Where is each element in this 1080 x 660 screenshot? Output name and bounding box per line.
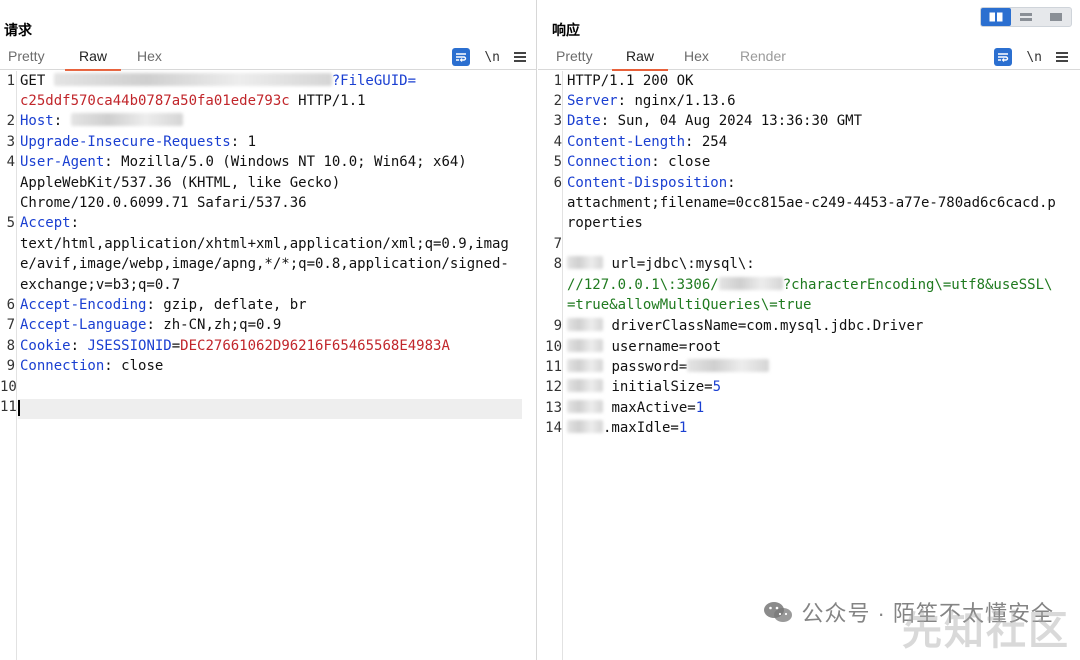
layout-toggle: [980, 7, 1072, 27]
request-tabs: Pretty Raw Hex \n: [0, 44, 536, 71]
body-line-password: password=: [567, 357, 1070, 377]
newline-toggle-icon[interactable]: \n: [484, 50, 500, 65]
body-line-max-active: maxActive=1: [567, 398, 1070, 418]
header-connection: Connection: close: [20, 358, 164, 374]
response-tabs: Pretty Raw Hex Render \n: [538, 44, 1080, 71]
header-accept: Accept:: [20, 215, 80, 231]
layout-horizontal-icon[interactable]: [1011, 8, 1041, 26]
request-toolbar: \n: [452, 44, 526, 70]
request-editor[interactable]: 1 2 3 4 5 6 7 8 9 10 11 GET ?FileGUID= c…: [0, 71, 536, 660]
header-cookie: Cookie: JSESSIONID=DEC27661062D96216F654…: [20, 338, 450, 354]
word-wrap-icon[interactable]: [452, 48, 471, 66]
response-gutter: 1 2 3 4 5 6 7 8 9 10 11 12 13 14: [538, 71, 563, 660]
body-line-url-cont: =true&allowMultiQueries\=true: [567, 297, 812, 313]
header-accept-cont: exchange;v=b3;q=0.7: [20, 277, 181, 293]
text-cursor: [18, 400, 20, 416]
redacted-prefix: [567, 318, 603, 331]
redacted-prefix: [567, 420, 603, 433]
response-panel: 响应 Pretty Raw Hex Render \n 1 2 3 4 5 6 …: [538, 0, 1080, 660]
header-accept-cont: e/avif,image/webp,image/apng,*/*;q=0.8,a…: [20, 256, 509, 272]
header-date: Date: Sun, 04 Aug 2024 13:36:30 GMT: [567, 113, 863, 129]
status-line: HTTP/1.1 200 OK: [567, 73, 694, 89]
tab-pretty[interactable]: Pretty: [8, 48, 45, 64]
response-title: 响应: [552, 22, 580, 38]
layout-split-icon[interactable]: [981, 8, 1011, 26]
wechat-icon: [763, 600, 793, 624]
tab-raw[interactable]: Raw: [611, 48, 669, 71]
body-line-url-cont: //127.0.0.1\:3306/?characterEncoding\=ut…: [567, 277, 1053, 293]
header-content-length: Content-Length: 254: [567, 134, 728, 150]
response-editor[interactable]: 1 2 3 4 5 6 7 8 9 10 11 12 13 14 HTTP/1.…: [538, 71, 1080, 660]
header-host: Host:: [20, 111, 526, 131]
header-content-disposition: Content-Disposition:: [567, 175, 736, 191]
request-title: 请求: [4, 22, 32, 38]
header-user-agent-cont: AppleWebKit/537.36 (KHTML, like Gecko): [20, 175, 341, 191]
redacted-db: [718, 277, 783, 290]
tab-render[interactable]: Render: [740, 48, 786, 64]
body-line-driver: driverClassName=com.mysql.jdbc.Driver: [567, 316, 1070, 336]
request-line-cont: c25ddf570ca44b0787a50fa01ede793c HTTP/1.…: [20, 93, 366, 109]
layout-single-icon[interactable]: [1041, 8, 1071, 26]
header-server: Server: nginx/1.13.6: [567, 93, 736, 109]
word-wrap-icon[interactable]: [994, 48, 1013, 66]
request-panel: 请求 Pretty Raw Hex \n 1 2 3 4 5 6 7 8 9 1…: [0, 0, 537, 660]
current-line[interactable]: [18, 399, 522, 419]
response-toolbar: \n: [994, 44, 1068, 70]
tab-hex[interactable]: Hex: [684, 48, 709, 64]
redacted-prefix: [567, 256, 603, 269]
body-line-url: url=jdbc\:mysql\:: [567, 254, 1070, 274]
body-line-max-idle: .maxIdle=1: [567, 418, 1070, 438]
request-line: GET ?FileGUID=: [20, 73, 417, 89]
body-line-username: username=root: [567, 337, 1070, 357]
newline-toggle-icon[interactable]: \n: [1026, 50, 1042, 65]
redacted-prefix: [567, 379, 603, 392]
tab-pretty[interactable]: Pretty: [556, 48, 593, 64]
header-content-disposition-cont: attachment;filename=0cc815ae-c249-4453-a…: [567, 195, 1056, 211]
tab-raw[interactable]: Raw: [64, 48, 122, 71]
redacted-prefix: [567, 359, 603, 372]
header-upgrade: Upgrade-Insecure-Requests: 1: [20, 134, 257, 150]
header-user-agent-cont: Chrome/120.0.6099.71 Safari/537.36: [20, 195, 307, 211]
header-accept-encoding: Accept-Encoding: gzip, deflate, br: [20, 297, 307, 313]
redacted-path: [53, 73, 332, 86]
site-watermark: 先知社区: [902, 609, 1070, 653]
tab-hex[interactable]: Hex: [137, 48, 162, 64]
request-gutter: 1 2 3 4 5 6 7 8 9 10 11: [0, 71, 17, 660]
redacted-host: [70, 113, 183, 126]
header-connection: Connection: close: [567, 154, 711, 170]
redacted-password: [687, 359, 770, 372]
header-accept-cont: text/html,application/xhtml+xml,applicat…: [20, 236, 509, 252]
redacted-prefix: [567, 339, 603, 352]
header-user-agent: User-Agent: Mozilla/5.0 (Windows NT 10.0…: [20, 154, 467, 170]
menu-icon[interactable]: [1056, 52, 1068, 62]
menu-icon[interactable]: [514, 52, 526, 62]
redacted-prefix: [567, 400, 603, 413]
body-line-initial-size: initialSize=5: [567, 377, 1070, 397]
header-accept-language: Accept-Language: zh-CN,zh;q=0.9: [20, 317, 282, 333]
header-content-disposition-cont: roperties: [567, 215, 643, 231]
